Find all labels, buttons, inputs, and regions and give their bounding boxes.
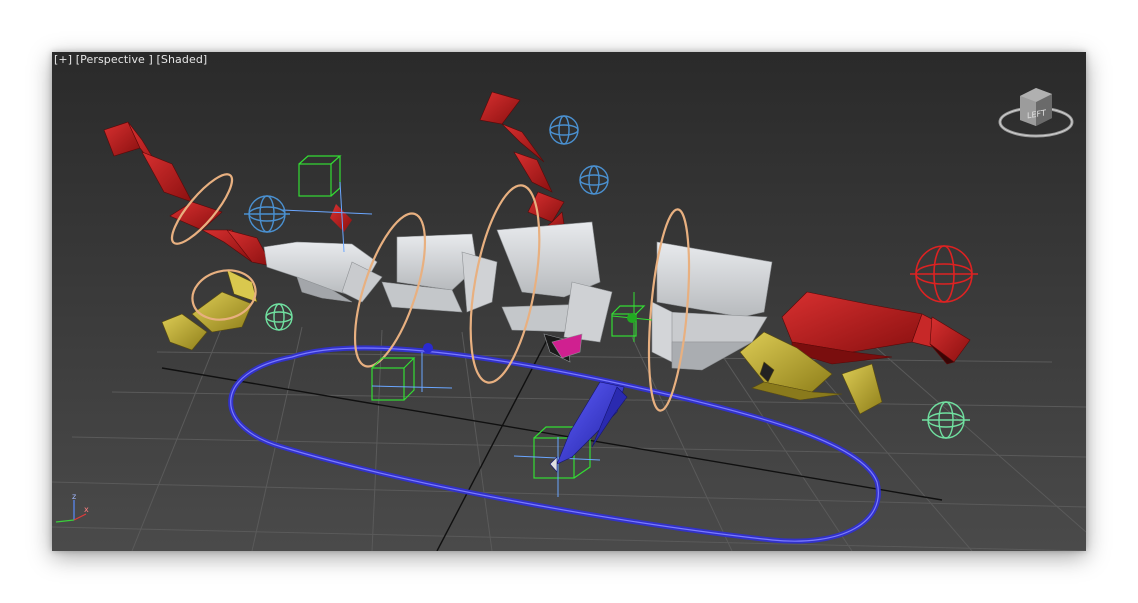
red-elongated-mesh bbox=[781, 291, 971, 365]
yellow-mesh-left bbox=[161, 269, 258, 351]
white-mesh-2 bbox=[381, 233, 498, 313]
axis-tripod-icon: z x bbox=[55, 492, 89, 523]
viewport-shading-menu[interactable]: [Shaded] bbox=[157, 53, 208, 66]
white-mesh-3 bbox=[496, 221, 613, 363]
viewport-menu-plus[interactable]: [+] bbox=[54, 53, 72, 66]
red-pyramids-top bbox=[479, 91, 565, 231]
green-dot bbox=[627, 313, 637, 323]
red-sphere-gizmo bbox=[910, 245, 978, 303]
blue-dot bbox=[423, 343, 433, 353]
axis-x-label: x bbox=[84, 505, 89, 514]
scene-canvas[interactable] bbox=[52, 52, 1086, 551]
red-pyramids-left bbox=[103, 121, 273, 267]
viewport-view-menu[interactable]: [Perspective ] bbox=[76, 53, 153, 66]
viewcube-icon[interactable]: LEFT bbox=[996, 80, 1076, 142]
axis-z-label: z bbox=[72, 492, 76, 501]
perspective-viewport[interactable]: [+] [Perspective ] [Shaded] LEFT z x bbox=[52, 52, 1086, 551]
viewport-label[interactable]: [+] [Perspective ] [Shaded] bbox=[54, 53, 207, 66]
white-mesh-1 bbox=[263, 241, 383, 303]
